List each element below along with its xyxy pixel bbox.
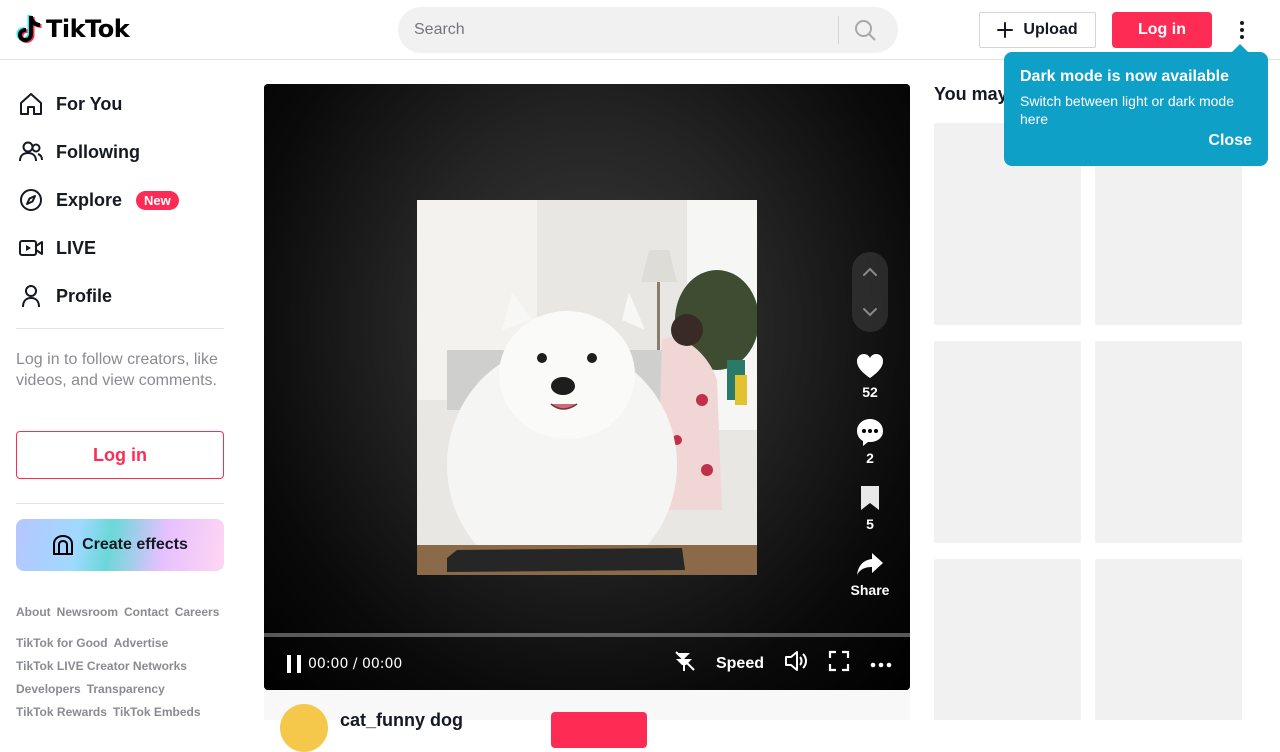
chevron-down-icon[interactable] bbox=[862, 307, 878, 317]
save-action[interactable]: 5 bbox=[840, 480, 900, 532]
pause-button[interactable] bbox=[286, 654, 302, 674]
tiktok-logo[interactable]: TikTok bbox=[16, 14, 130, 44]
sidebar: For You Following Explore New LIVE Profi… bbox=[0, 61, 240, 720]
sidebar-login-button[interactable]: Log in bbox=[16, 431, 224, 479]
compass-icon bbox=[16, 185, 46, 215]
chevron-up-icon[interactable] bbox=[862, 267, 878, 277]
search-bar bbox=[398, 7, 898, 53]
video-player[interactable]: 52 2 5 Share 00:00 / 00:00 Speed bbox=[264, 84, 910, 690]
footer-link[interactable]: Contact bbox=[124, 605, 169, 619]
sidebar-item-for-you[interactable]: For You bbox=[16, 84, 122, 124]
video-author-row: cat_funny dog bbox=[264, 690, 910, 752]
floating-player-button[interactable] bbox=[672, 649, 696, 678]
footer-links-row-1: About Newsroom Contact Careers bbox=[16, 605, 226, 619]
footer-link[interactable]: TikTok Rewards bbox=[16, 705, 107, 719]
profile-icon bbox=[16, 281, 46, 311]
playback-time: 00:00 / 00:00 bbox=[308, 655, 403, 672]
comment-bubble-icon bbox=[852, 414, 888, 450]
like-count: 52 bbox=[862, 384, 878, 400]
upload-button[interactable]: Upload bbox=[979, 12, 1096, 48]
bookmark-icon bbox=[852, 480, 888, 516]
search-icon bbox=[855, 20, 876, 41]
footer-link[interactable]: Advertise bbox=[114, 636, 169, 650]
follow-button[interactable] bbox=[551, 712, 647, 748]
recommend-thumbnail[interactable] bbox=[1095, 341, 1242, 543]
tooltip-title: Dark mode is now available bbox=[1020, 68, 1229, 85]
create-effects-button[interactable]: Create effects bbox=[16, 519, 224, 571]
recommend-thumbnail[interactable] bbox=[934, 341, 1081, 543]
upload-label: Upload bbox=[1023, 21, 1078, 38]
home-icon bbox=[16, 89, 46, 119]
tooltip-arrow bbox=[1232, 44, 1248, 52]
player-controls-right: Speed bbox=[672, 649, 892, 678]
author-name[interactable]: cat_funny dog bbox=[340, 710, 463, 731]
pause-icon bbox=[287, 654, 301, 673]
people-icon bbox=[16, 137, 46, 167]
sidebar-divider bbox=[16, 503, 224, 504]
footer-link[interactable]: TikTok Embeds bbox=[113, 705, 201, 719]
sidebar-item-explore[interactable]: Explore New bbox=[16, 180, 179, 220]
login-prompt-text: Log in to follow creators, like videos, … bbox=[16, 351, 218, 389]
heart-icon bbox=[852, 348, 888, 384]
footer-link[interactable]: Careers bbox=[175, 605, 220, 619]
footer-link[interactable]: TikTok for Good bbox=[16, 636, 108, 650]
search-button[interactable] bbox=[839, 7, 891, 53]
volume-icon bbox=[785, 651, 807, 671]
sidebar-item-label: LIVE bbox=[56, 237, 97, 258]
sidebar-item-label: Following bbox=[56, 141, 140, 162]
logo-text: TikTok bbox=[46, 15, 130, 43]
more-options-button[interactable] bbox=[1228, 16, 1256, 44]
footer-link[interactable]: Newsroom bbox=[57, 605, 118, 619]
speed-button[interactable]: Speed bbox=[716, 655, 764, 673]
share-action[interactable]: Share bbox=[840, 546, 900, 598]
footer-link[interactable]: TikTok LIVE Creator Networks bbox=[16, 659, 187, 673]
video-still-image bbox=[417, 200, 757, 575]
footer-links-row-2: TikTok for Good Advertise TikTok LIVE Cr… bbox=[16, 636, 226, 719]
save-count: 5 bbox=[866, 516, 874, 532]
player-controls: 00:00 / 00:00 Speed bbox=[264, 637, 910, 690]
plus-icon bbox=[997, 22, 1014, 38]
recommend-thumbnail[interactable] bbox=[1095, 559, 1242, 720]
header-login-button[interactable]: Log in bbox=[1112, 12, 1212, 48]
sidebar-item-label: Profile bbox=[56, 285, 113, 306]
player-more-button[interactable] bbox=[870, 655, 892, 673]
video-nav-arrows bbox=[852, 252, 888, 332]
share-arrow-icon bbox=[852, 546, 888, 582]
sidebar-item-following[interactable]: Following bbox=[16, 132, 140, 172]
footer-link[interactable]: About bbox=[16, 605, 51, 619]
recommend-thumbnail[interactable] bbox=[934, 559, 1081, 720]
share-label: Share bbox=[850, 582, 890, 598]
horizontal-dots-icon bbox=[870, 662, 892, 667]
floating-player-icon bbox=[675, 651, 695, 671]
comment-action[interactable]: 2 bbox=[840, 414, 900, 466]
author-avatar[interactable] bbox=[280, 704, 328, 752]
dark-mode-tooltip: Dark mode is now available Switch betwee… bbox=[1004, 44, 1268, 166]
vertical-dots-icon bbox=[1240, 21, 1244, 39]
sidebar-item-live[interactable]: LIVE bbox=[16, 228, 96, 268]
fullscreen-button[interactable] bbox=[828, 650, 850, 677]
fullscreen-icon bbox=[828, 650, 850, 672]
tooltip-body: Switch between light or dark mode here bbox=[1020, 93, 1234, 127]
like-action[interactable]: 52 bbox=[840, 348, 900, 400]
sidebar-item-label: For You bbox=[56, 93, 123, 114]
footer-link[interactable]: Transparency bbox=[87, 682, 165, 696]
search-input[interactable] bbox=[398, 7, 838, 53]
sidebar-divider bbox=[16, 328, 224, 329]
sidebar-item-profile[interactable]: Profile bbox=[16, 276, 112, 316]
effects-arch-icon bbox=[53, 534, 74, 555]
footer-link[interactable]: Developers bbox=[16, 682, 81, 696]
tooltip-close-button[interactable]: Close bbox=[1208, 132, 1252, 150]
live-icon bbox=[16, 233, 46, 263]
comment-count: 2 bbox=[866, 450, 874, 466]
volume-button[interactable] bbox=[784, 650, 808, 677]
tiktok-note-icon bbox=[16, 15, 42, 43]
top-header: TikTok Upload Log in bbox=[0, 0, 1280, 60]
new-badge: New bbox=[136, 190, 179, 210]
video-frame[interactable] bbox=[417, 200, 757, 575]
sidebar-item-label: Explore bbox=[56, 189, 123, 210]
create-effects-label: Create effects bbox=[82, 536, 188, 553]
